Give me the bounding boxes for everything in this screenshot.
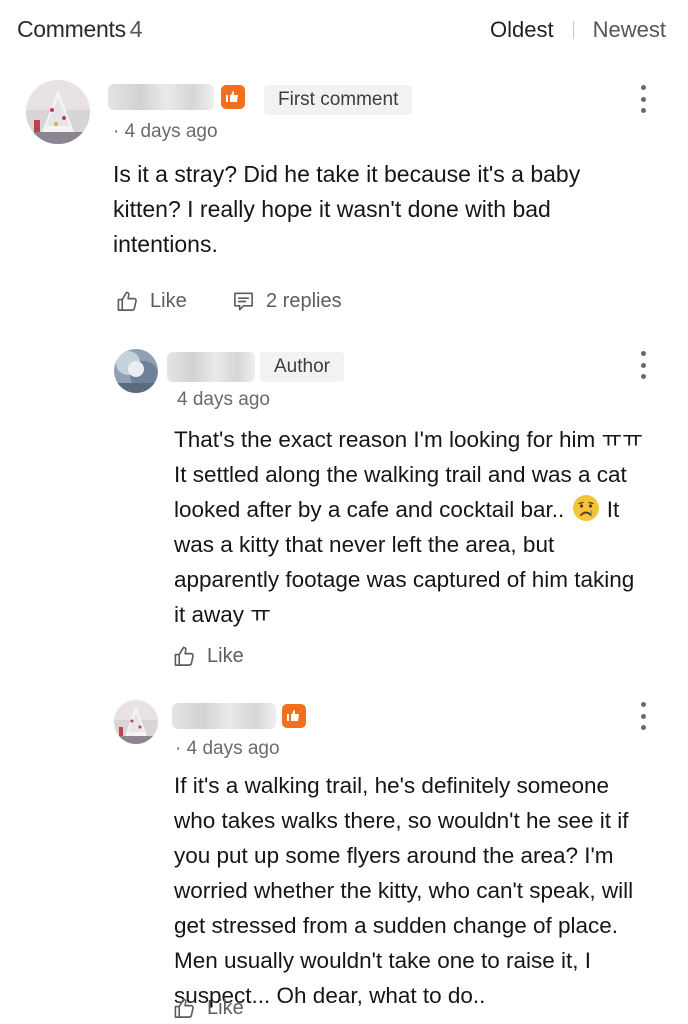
first-comment-badge: First comment [264,85,413,115]
reply-time: 4 days ago [177,389,270,410]
like-button[interactable]: Like [116,290,187,313]
more-vertical-icon[interactable] [638,702,648,730]
reply-text: If it's a walking trail, he's definitely… [174,773,634,1008]
reply-text: That's the exact reason I'm looking for … [174,422,654,632]
comment-time: · 4 days ago [113,121,218,142]
replies-count: 2 replies [266,290,342,312]
thumbs-up-icon [174,646,194,666]
reply-icon [234,292,253,311]
reply-time: · 4 days ago [175,738,280,759]
fan-badge-icon [221,85,245,109]
thumbs-up-icon [174,998,194,1018]
sort-oldest-button[interactable]: Oldest [490,17,554,43]
sort-divider [572,21,574,39]
comments-header: Comments 4 Oldest Newest [0,0,688,64]
like-button[interactable]: Like [173,997,244,1020]
like-label: Like [207,645,244,667]
comments-title-label: Comments [17,16,126,42]
more-vertical-icon[interactable] [638,85,648,113]
like-label: Like [207,997,244,1019]
like-label: Like [150,290,187,312]
like-button[interactable]: Like [173,645,244,668]
thumbs-up-icon [117,291,137,311]
comment-text: Is it a stray? Did he take it because it… [113,161,581,257]
author-badge: Author [260,352,344,382]
avatar[interactable] [26,80,90,144]
sort-options: Oldest Newest [490,17,666,43]
avatar[interactable] [114,349,158,393]
username-redacted[interactable] [167,352,255,382]
more-vertical-icon[interactable] [638,351,648,379]
replies-button[interactable]: 2 replies [232,290,342,313]
sort-newest-button[interactable]: Newest [593,17,666,43]
username-redacted[interactable] [172,703,276,729]
comments-title: Comments 4 [17,16,143,43]
comments-count: 4 [129,16,143,42]
username-redacted[interactable] [108,84,214,110]
avatar[interactable] [114,700,158,744]
crying-face-emoji [572,495,599,521]
fan-badge-icon [282,704,306,728]
